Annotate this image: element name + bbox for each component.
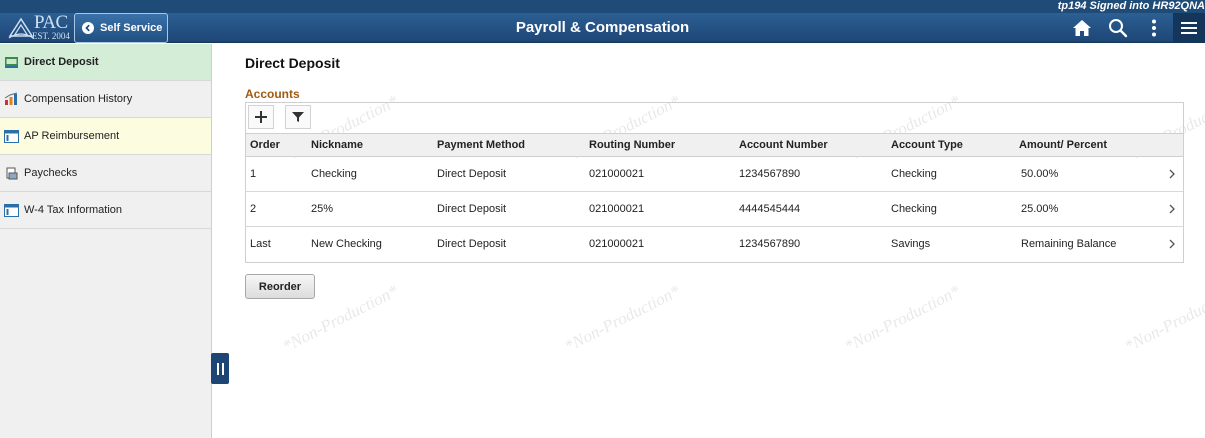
self-service-back-button[interactable]: Self Service (74, 13, 168, 43)
cell-order: 2 (250, 203, 257, 215)
cell-payment-method: Direct Deposit (437, 168, 507, 180)
table-row[interactable]: 2 25% Direct Deposit 021000021 444454544… (246, 192, 1183, 227)
sidebar-item-label: Compensation History (24, 93, 133, 105)
hamburger-menu-icon[interactable] (1173, 13, 1205, 43)
accounts-grid: Order Nickname Payment Method Routing Nu… (245, 102, 1184, 263)
cell-nickname: Checking (311, 168, 357, 180)
top-strip: tp194 Signed into HR92QNA (0, 0, 1205, 13)
column-header-account-type[interactable]: Account Type (891, 134, 963, 157)
cell-payment-method: Direct Deposit (437, 238, 507, 250)
chevron-right-icon[interactable] (1167, 239, 1177, 249)
sidebar-item-w4-tax-information[interactable]: W-4 Tax Information (0, 192, 211, 229)
paycheck-icon (4, 166, 19, 181)
logo-emblem-icon (8, 17, 34, 39)
company-logo: PAC EST. 2004 (6, 12, 72, 43)
sidebar-item-paychecks[interactable]: Paychecks (0, 155, 211, 192)
add-account-button[interactable] (248, 105, 274, 129)
cell-amount-percent: 25.00% (1021, 203, 1059, 215)
table-row[interactable]: Last New Checking Direct Deposit 0210000… (246, 227, 1183, 262)
cell-payment-method: Direct Deposit (437, 203, 507, 215)
sidebar-item-direct-deposit[interactable]: Direct Deposit (0, 44, 211, 81)
sidebar-item-label: Direct Deposit (24, 56, 99, 68)
cell-account-number: 1234567890 (739, 168, 801, 180)
watermark-text: *Non-Production* (841, 281, 964, 356)
content-title: Direct Deposit (245, 55, 340, 71)
column-header-payment-method[interactable]: Payment Method (437, 134, 525, 157)
app-header: PAC EST. 2004 Self Service Payroll & Com… (0, 12, 1205, 43)
cell-account-number: 1234567890 (739, 238, 801, 250)
cell-order: 1 (250, 168, 257, 180)
column-header-account-number[interactable]: Account Number (739, 134, 828, 157)
sidebar-item-label: AP Reimbursement (24, 130, 120, 142)
accounts-section-label: Accounts (245, 87, 300, 101)
column-header-amount-percent[interactable]: Amount/ Percent (1019, 134, 1107, 157)
bank-icon (4, 55, 19, 70)
plus-icon (255, 111, 267, 123)
grid-toolbar (246, 103, 1183, 133)
collapse-sidebar-handle[interactable] (211, 353, 229, 384)
reorder-button[interactable]: Reorder (245, 274, 315, 299)
pause-bar-icon (216, 362, 219, 375)
column-header-order[interactable]: Order (250, 134, 280, 157)
page-title: Payroll & Compensation (515, 19, 690, 36)
signed-in-text: tp194 Signed into HR92QNA (1057, 0, 1205, 12)
cell-account-type: Checking (891, 203, 937, 215)
sidebar-item-ap-reimbursement[interactable]: AP Reimbursement (0, 118, 211, 155)
cell-account-type: Checking (891, 168, 937, 180)
cell-routing-number: 021000021 (589, 203, 645, 215)
cell-account-number: 4444545444 (739, 203, 801, 215)
form-icon (4, 203, 19, 218)
sidebar-item-label: Paychecks (24, 167, 78, 179)
chevron-right-icon[interactable] (1167, 204, 1177, 214)
logo-subtext: EST. 2004 (32, 31, 70, 41)
table-row[interactable]: 1 Checking Direct Deposit 021000021 1234… (246, 157, 1183, 192)
more-vert-icon[interactable] (1142, 16, 1166, 40)
back-button-label: Self Service (100, 22, 163, 34)
sidebar-item-compensation-history[interactable]: Compensation History (0, 81, 211, 118)
watermark-text: *Non-Production* (561, 281, 684, 356)
main-content: *Non-Production* *Non-Production* *Non-P… (229, 44, 1205, 438)
grid-header-row: Order Nickname Payment Method Routing Nu… (246, 133, 1183, 157)
watermark-text: *Non-Production* (1121, 281, 1205, 356)
chevron-right-icon[interactable] (1167, 169, 1177, 179)
form-icon (4, 129, 19, 144)
cell-account-type: Savings (891, 238, 931, 250)
cell-amount-percent: Remaining Balance (1021, 238, 1117, 250)
cell-order: Last (250, 238, 271, 250)
search-icon[interactable] (1106, 16, 1130, 40)
column-header-nickname[interactable]: Nickname (311, 134, 363, 157)
chevron-left-icon (82, 22, 94, 34)
pause-bar-icon (221, 362, 224, 375)
side-navigation: Direct Deposit Compensation History AP R… (0, 44, 212, 438)
filter-button[interactable] (285, 105, 311, 129)
cell-nickname: 25% (311, 203, 334, 215)
home-icon[interactable] (1070, 16, 1094, 40)
column-header-routing-number[interactable]: Routing Number (589, 134, 675, 157)
sidebar-item-label: W-4 Tax Information (24, 204, 123, 216)
cell-routing-number: 021000021 (589, 238, 645, 250)
filter-icon (292, 112, 304, 122)
cell-routing-number: 021000021 (589, 168, 645, 180)
chart-icon (4, 92, 19, 107)
cell-nickname: New Checking (311, 238, 382, 250)
cell-amount-percent: 50.00% (1021, 168, 1059, 180)
